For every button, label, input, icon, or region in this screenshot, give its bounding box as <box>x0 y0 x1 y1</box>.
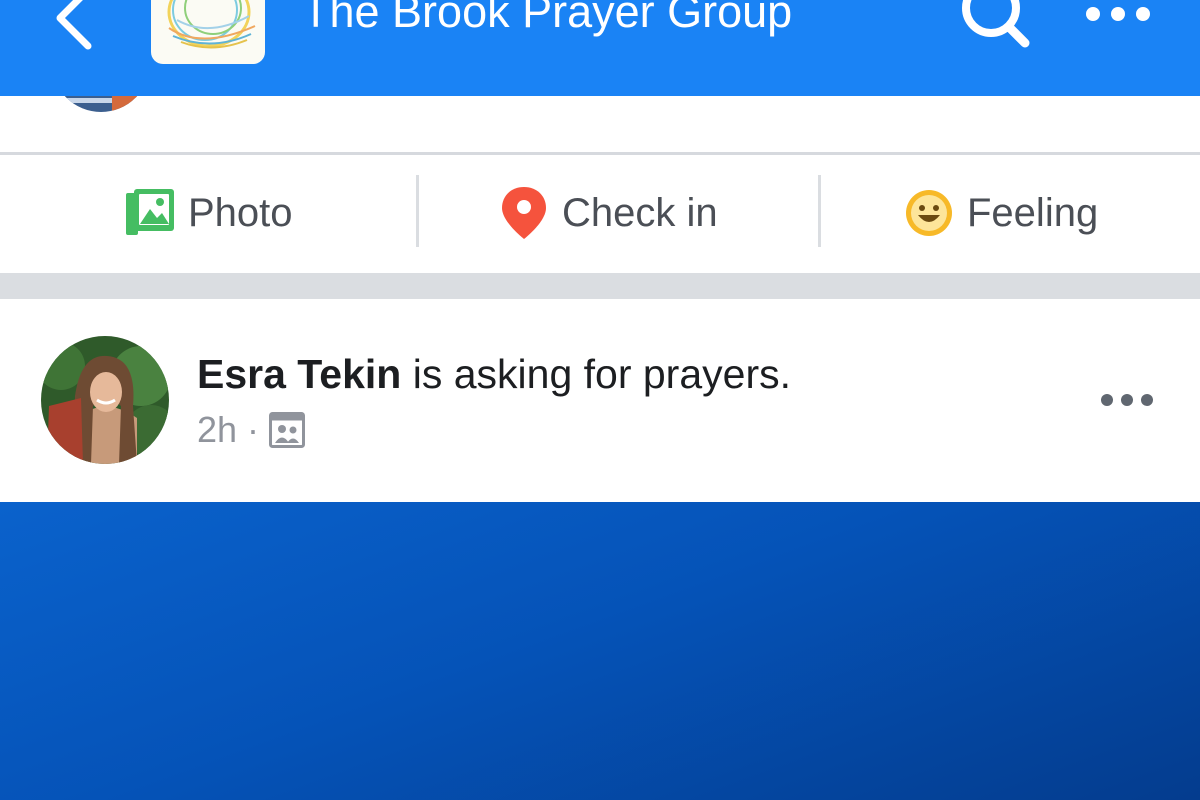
back-button[interactable] <box>44 0 104 54</box>
group-avatar[interactable] <box>151 0 265 64</box>
photo-label: Photo <box>188 190 293 235</box>
post-action-text: is asking for prayers. <box>401 351 791 397</box>
feeling-button[interactable]: Feeling <box>903 183 1098 243</box>
author-name[interactable]: Esra Tekin <box>197 351 401 397</box>
location-pin-icon <box>498 187 550 239</box>
post-title: Esra Tekin is asking for prayers. <box>197 351 791 398</box>
check-in-label: Check in <box>562 190 718 235</box>
smiley-icon <box>903 187 955 239</box>
more-horizontal-icon <box>1086 7 1150 21</box>
action-separator <box>416 175 419 247</box>
photo-icon <box>124 187 176 239</box>
composer-row <box>0 96 1200 153</box>
post-meta: 2h · <box>197 409 306 451</box>
more-horizontal-icon <box>1101 394 1153 406</box>
photo-button[interactable]: Photo <box>124 183 293 243</box>
meta-separator: · <box>247 409 260 450</box>
section-divider <box>0 273 1200 299</box>
group-audience-icon <box>269 412 306 448</box>
author-avatar-image <box>41 336 169 464</box>
author-avatar[interactable] <box>41 336 169 464</box>
top-app-bar: The Brook Prayer Group <box>0 0 1200 96</box>
user-avatar[interactable] <box>52 96 150 112</box>
user-avatar-image <box>52 96 150 112</box>
post-options-button[interactable] <box>1098 389 1156 411</box>
search-icon <box>962 0 1030 48</box>
composer-actions-bar: Photo Check in Feeling <box>0 155 1200 273</box>
search-button[interactable] <box>955 0 1035 48</box>
post-content-background[interactable] <box>0 502 1200 800</box>
feeling-label: Feeling <box>967 190 1099 235</box>
group-logo-image <box>167 0 256 49</box>
check-in-button[interactable]: Check in <box>498 183 718 243</box>
post-header: Esra Tekin is asking for prayers. 2h · <box>0 299 1200 502</box>
page-title: The Brook Prayer Group <box>302 0 793 37</box>
more-options-button[interactable] <box>1080 0 1156 32</box>
post-timestamp[interactable]: 2h <box>197 409 237 451</box>
action-separator <box>818 175 821 247</box>
chevron-left-icon <box>56 0 92 50</box>
